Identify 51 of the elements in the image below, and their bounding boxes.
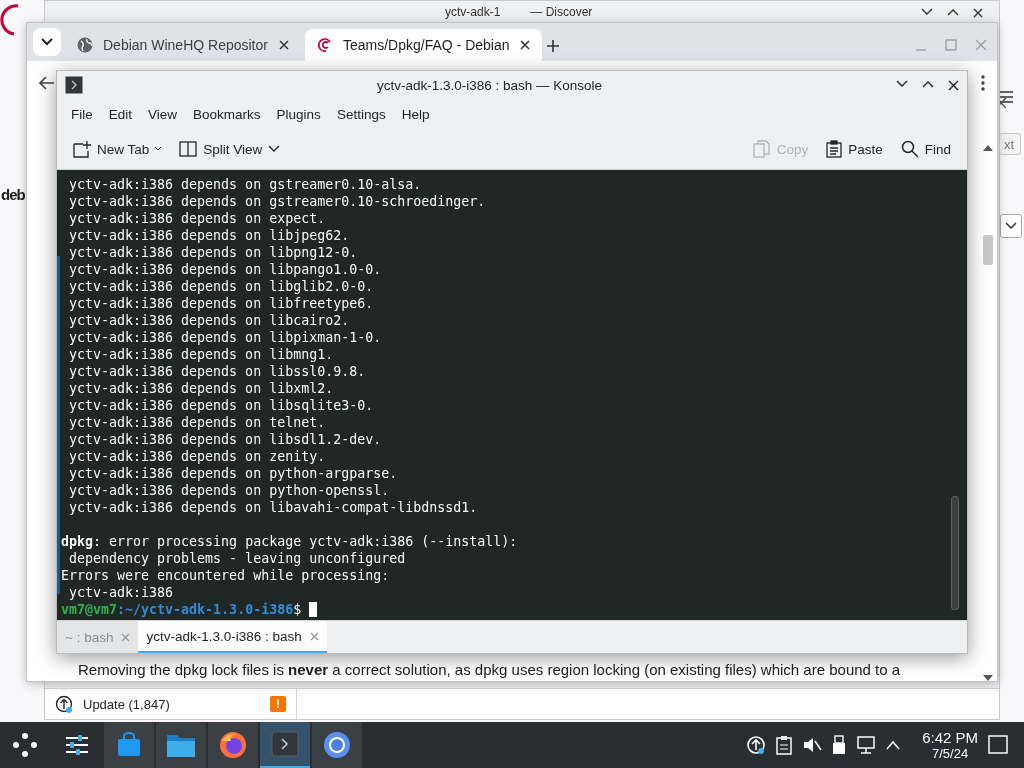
terminal-tab[interactable]: yctv-adk-1.3.0-i386 : bash — [138, 621, 327, 653]
article-paragraph: Removing the dpkg lock files is never a correct solution, as dpkg uses region locking (on existing files) which are bound to a — [78, 661, 901, 678]
browser-tab[interactable]: Teams/Dpkg/FAQ - Debian — [305, 29, 542, 61]
prompt-user: vm7@vm7 — [61, 602, 118, 617]
terminal-line: yctv-adk:i386 depends on libcairo2. — [68, 312, 351, 329]
prompt-path: :~/yctv-adk-1.3.0-i386 — [117, 602, 294, 617]
menu-item[interactable]: Bookmarks — [185, 102, 269, 126]
clock-time[interactable]: 6:42 PM — [922, 729, 978, 746]
terminal-line: yctv-adk:i386 depends on python-openssl. — [68, 482, 391, 499]
terminal-line: yctv-adk:i386 depends on libpixman-1-0. — [68, 329, 383, 346]
menu-item[interactable]: Plugins — [268, 102, 329, 126]
toolbar-button[interactable]: Split View — [173, 136, 287, 162]
terminal-line: yctv-adk:i386 depends on libssl0.9.8. — [68, 363, 367, 380]
window-title: yctv-adk-1 — [445, 5, 501, 19]
warning-badge: ! — [270, 696, 286, 712]
terminal-line: yctv-adk:i386 depends on libavahi-compat-libdnssd1. — [68, 499, 479, 516]
terminal-line: yctv-adk:i386 depends on libmng1. — [68, 346, 335, 363]
terminal-line: dpkg: error processing package yctv-adk:i386 (--install): — [61, 533, 519, 550]
toolbar-button[interactable]: Paste — [820, 136, 889, 162]
terminal-line: yctv-adk:i386 depends on telnet. — [68, 414, 327, 431]
terminal-line: yctv-adk:i386 depends on libsdl1.2-dev. — [68, 431, 383, 448]
terminal-line: yctv-adk:i386 depends on gstreamer0.10-schroedinger. — [68, 193, 487, 210]
terminal-line: yctv-adk:i386 depends on libsqlite3-0. — [68, 397, 375, 414]
window-title: yctv-adk-1.3.0-i386 : bash — Konsole — [375, 77, 604, 93]
terminal-line: dependency problems - leaving unconfigured — [68, 550, 407, 567]
terminal-line: yctv-adk:i386 depends on libpng12-0. — [68, 244, 359, 261]
terminal-line: yctv-adk:i386 depends on gstreamer0.10-alsa. — [68, 176, 423, 193]
terminal-line: yctv-adk:i386 depends on zenity. — [68, 448, 327, 465]
terminal-line: yctv-adk:i386 — [68, 584, 175, 601]
update-label[interactable]: Update (1,847) — [83, 696, 170, 712]
logo-text: deb — [1, 186, 25, 203]
menu-item[interactable]: Edit — [100, 102, 141, 126]
browser-tab[interactable]: Debian WineHQ Repositor — [65, 29, 301, 61]
terminal-line: yctv-adk:i386 depends on expect. — [68, 210, 327, 227]
terminal-line: Errors were encountered while processing: — [61, 567, 391, 584]
menu-item[interactable]: View — [140, 102, 186, 126]
terminal-line: yctv-adk:i386 depends on libpango1.0-0. — [68, 261, 383, 278]
terminal-line: yctv-adk:i386 depends on python-argparse. — [68, 465, 399, 482]
menu-item[interactable]: Settings — [328, 102, 394, 126]
toolbar-button[interactable]: New Tab — [67, 136, 168, 162]
page-button[interactable]: xt — [999, 133, 1021, 155]
terminal-line: yctv-adk:i386 depends on libfreetype6. — [68, 295, 375, 312]
toolbar-button[interactable]: Find — [894, 136, 957, 162]
terminal-line: yctv-adk:i386 depends on libglib2.0-0. — [68, 278, 375, 295]
prompt-symbol: $ — [293, 602, 302, 617]
clock-date[interactable]: 7/5/24 — [932, 746, 969, 761]
terminal-line: yctv-adk:i386 depends on libjpeg62. — [68, 227, 351, 244]
menu-item[interactable]: File — [63, 102, 101, 126]
menu-item[interactable]: Help — [393, 102, 438, 126]
window-title: — Discover — [530, 5, 593, 19]
terminal-line: yctv-adk:i386 depends on libxml2. — [68, 380, 335, 397]
